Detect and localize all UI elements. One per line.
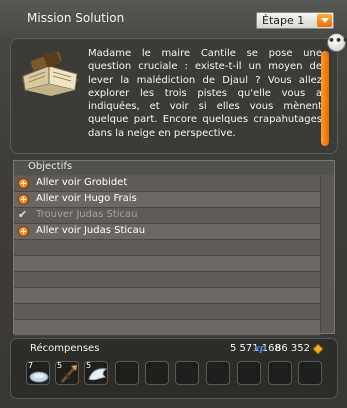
xp-icon: xp xyxy=(254,344,267,354)
objective-pending-icon xyxy=(18,226,29,237)
empty-row xyxy=(14,256,320,272)
reward-quantity: 5 xyxy=(86,361,92,370)
empty-reward-slot xyxy=(298,361,322,385)
rewards-title: Récompenses xyxy=(30,343,100,354)
chevron-down-icon[interactable] xyxy=(317,14,332,27)
objective-pending-icon xyxy=(18,194,29,205)
checkmark-icon: ✔ xyxy=(18,208,28,221)
more-options-button[interactable]: ••• xyxy=(327,33,347,52)
mission-description: Madame le maire Cantile se pose une ques… xyxy=(88,48,322,139)
window-title: Mission Solution xyxy=(27,11,125,25)
reward-quantity: 5 xyxy=(57,361,63,370)
empty-row xyxy=(14,272,320,288)
objective-pending-icon xyxy=(18,178,29,189)
empty-reward-slot xyxy=(175,361,199,385)
empty-row xyxy=(14,240,320,256)
empty-reward-slot xyxy=(237,361,261,385)
empty-row xyxy=(14,304,320,320)
kama-icon xyxy=(313,344,323,354)
empty-reward-slot xyxy=(115,361,139,385)
empty-row xyxy=(14,288,320,304)
reward-slot[interactable]: 5 xyxy=(55,361,79,385)
objectives-scrollbar[interactable] xyxy=(320,176,334,333)
objective-row[interactable]: Aller voir Hugo Frais xyxy=(14,192,320,208)
reward-slot[interactable]: 7 xyxy=(26,361,50,385)
open-book-icon xyxy=(21,50,79,96)
objective-row[interactable]: Aller voir Judas Sticau xyxy=(14,224,320,240)
empty-reward-slot xyxy=(145,361,169,385)
reward-quantity: 7 xyxy=(28,361,34,370)
objective-row[interactable]: ✔ Trouver Judas Sticau xyxy=(14,208,320,224)
empty-reward-slot xyxy=(268,361,292,385)
reward-slot[interactable]: 5 xyxy=(84,361,108,385)
empty-row xyxy=(14,320,320,336)
mission-window: Mission Solution Étape 1 Madame le maire… xyxy=(0,0,347,408)
kamas-value: 86 352 xyxy=(275,343,310,354)
empty-reward-slot xyxy=(206,361,230,385)
step-dropdown-value: Étape 1 xyxy=(262,14,305,27)
objectives-list: Aller voir Grobidet Aller voir Hugo Frai… xyxy=(14,176,320,336)
objectives-title: Objectifs xyxy=(28,161,73,172)
description-scroll-thumb[interactable] xyxy=(321,51,329,146)
objective-label: Aller voir Judas Sticau xyxy=(36,225,146,236)
objective-label: Trouver Judas Sticau xyxy=(36,209,138,220)
objective-label: Aller voir Hugo Frais xyxy=(36,193,137,204)
objective-row[interactable]: Aller voir Grobidet xyxy=(14,176,320,192)
objective-label: Aller voir Grobidet xyxy=(36,177,128,188)
objectives-header: Objectifs xyxy=(14,161,334,175)
step-dropdown[interactable]: Étape 1 xyxy=(256,12,334,29)
